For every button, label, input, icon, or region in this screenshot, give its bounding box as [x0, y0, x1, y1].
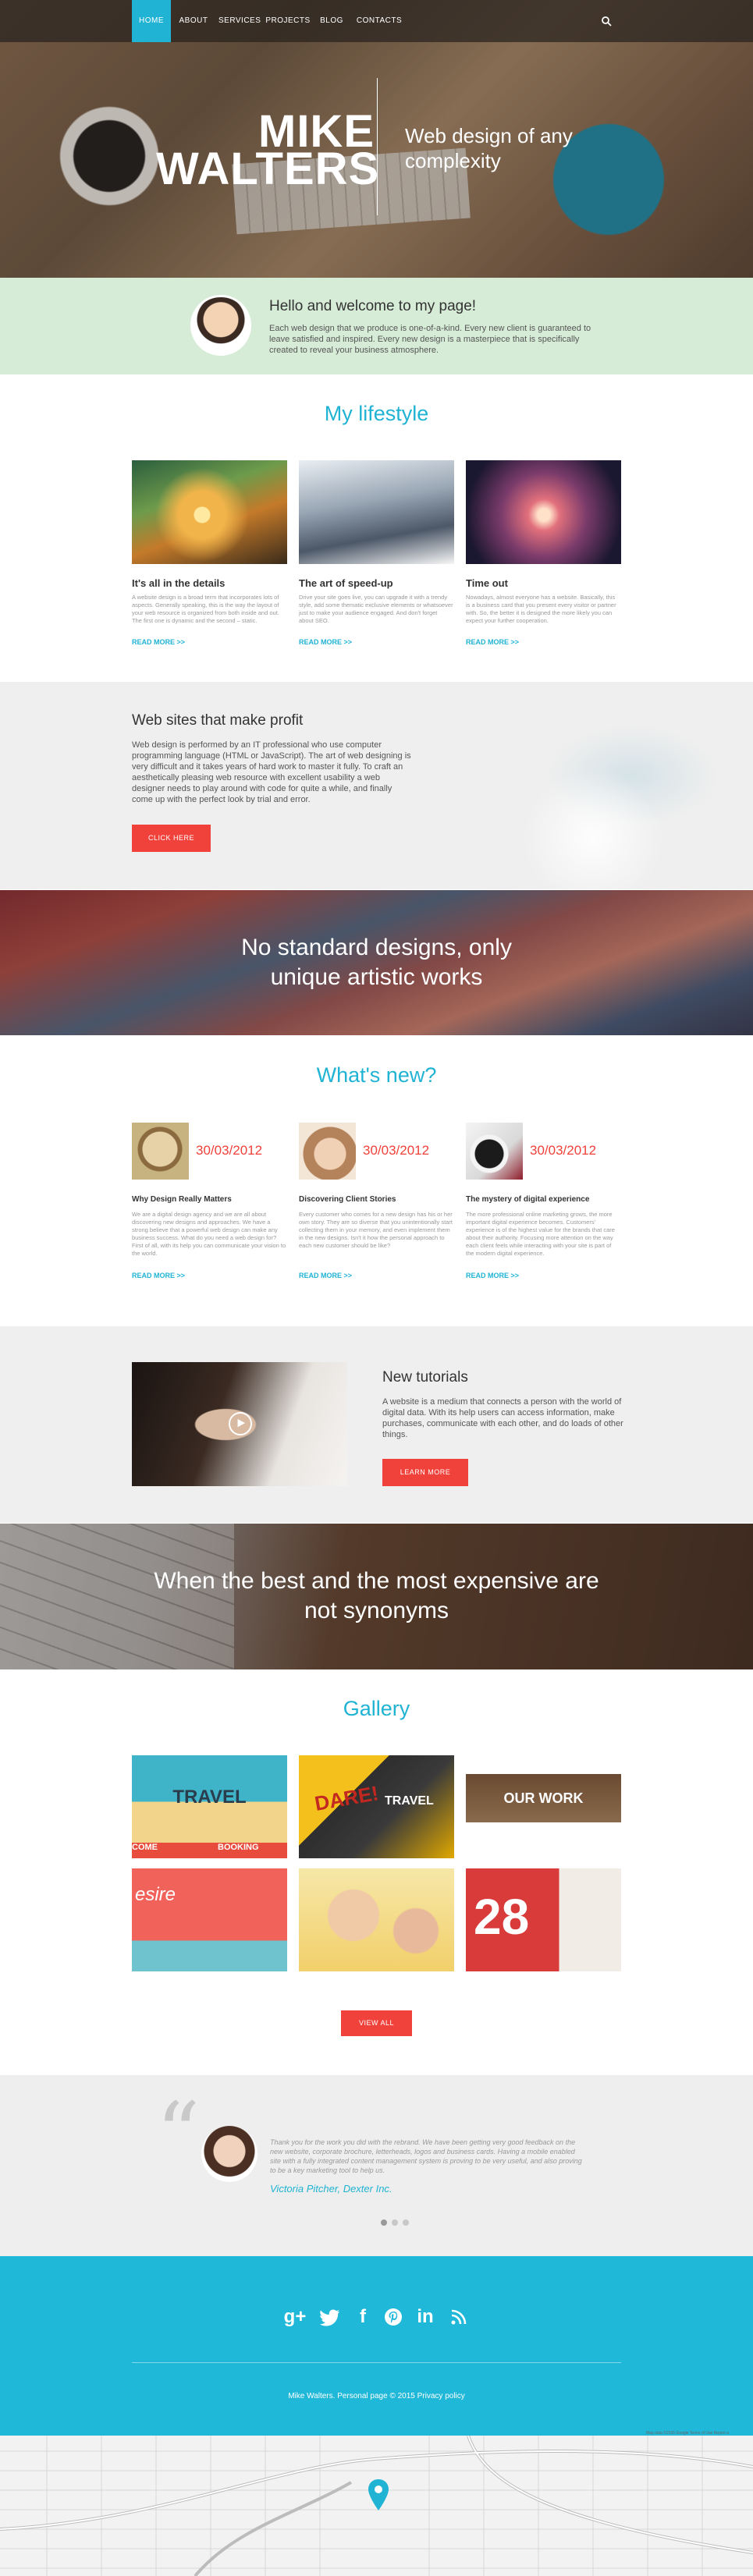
banner-line-1: When the best and the most expensive are [154, 1568, 599, 1594]
profit-text: Web design is performed by an IT profess… [132, 740, 411, 804]
rss-icon[interactable] [451, 2309, 467, 2325]
linkedin-icon[interactable]: in [414, 2306, 437, 2328]
lifestyle-card-title: It's all in the details [132, 577, 226, 589]
lifestyle-card-title: The art of speed-up [299, 577, 393, 589]
click-here-button[interactable]: CLICK HERE [132, 825, 211, 852]
search-icon[interactable] [601, 16, 612, 27]
tutorials-text: A website is a medium that connects a pe… [382, 1397, 623, 1439]
lifestyle-title: My lifestyle [324, 402, 429, 425]
read-more-link[interactable]: READ MORE >> [299, 638, 352, 646]
carousel-dot[interactable] [403, 2219, 409, 2226]
footer [0, 2256, 753, 2436]
banner-line-2: not synonyms [304, 1598, 449, 1623]
gallery-tile-caption: TRAVEL [385, 1794, 434, 1808]
hero-tagline: Web design of any complexity [405, 124, 573, 172]
banner-line-1: No standard designs, only [241, 935, 512, 960]
google-plus-icon[interactable]: g+ [283, 2306, 307, 2328]
nav-item-projects[interactable]: PROJECTS [265, 0, 311, 42]
news-item-text: Every customer who comes for a new desig… [299, 1211, 453, 1249]
news-date: 30/03/2012 [530, 1143, 597, 1158]
news-item-title[interactable]: Why Design Really Matters [132, 1195, 232, 1204]
news-item-text: The more professional online marketing g… [466, 1211, 615, 1257]
lifestyle-card-title: Time out [466, 577, 508, 589]
tutorials-title: New tutorials [382, 1369, 468, 1386]
profit-glass-image [437, 682, 753, 889]
gallery-title: Gallery [343, 1697, 410, 1720]
testimonial-avatar [201, 2126, 258, 2182]
banner-line-2: unique artistic works [270, 964, 483, 990]
lifestyle-image-city[interactable] [299, 460, 454, 564]
testimonial-text: Thank you for the work you did with the … [270, 2138, 582, 2174]
profit-title: Web sites that make profit [132, 712, 304, 729]
news-item-title[interactable]: Discovering Client Stories [299, 1195, 396, 1204]
welcome-text: Each web design that we produce is one-o… [269, 324, 591, 355]
nav-item-about[interactable]: ABOUT [174, 0, 213, 42]
news-title: What's new? [316, 1063, 437, 1087]
gallery-tile-caption: BOOKING [218, 1843, 259, 1852]
map-credit[interactable]: Map data ©2015 Google Terms of Use Repor… [646, 2431, 729, 2436]
lifestyle-card-text: A website design is a broad term that in… [132, 594, 279, 624]
learn-more-button[interactable]: LEARN MORE [382, 1459, 468, 1486]
news-date: 30/03/2012 [196, 1143, 263, 1158]
facebook-icon[interactable]: f [351, 2306, 375, 2328]
read-more-link[interactable]: READ MORE >> [466, 638, 519, 646]
gallery-tile-caption: COME [132, 1843, 158, 1852]
gallery-tile[interactable]: OUR WORK [466, 1755, 621, 1858]
lifestyle-card-text: Drive your site goes live, you can upgra… [299, 594, 453, 624]
nav-item-home[interactable]: HOME [132, 0, 171, 42]
lifestyle-card-text: Nowadays, almost everyone has a website.… [466, 594, 616, 624]
map-pin-icon[interactable] [367, 2479, 390, 2510]
news-date: 30/03/2012 [363, 1143, 430, 1158]
view-all-button[interactable]: VIEW ALL [341, 2010, 412, 2036]
gallery-tile-caption: TRAVEL [172, 1787, 247, 1808]
news-thumb-dog[interactable] [132, 1123, 189, 1180]
hero-divider [377, 78, 378, 215]
read-more-link[interactable]: READ MORE >> [132, 638, 185, 646]
avatar [190, 295, 251, 356]
testimonial-author: Victoria Pitcher, Dexter Inc. [270, 2183, 392, 2195]
lifestyle-image-wave[interactable] [132, 460, 287, 564]
read-more-link[interactable]: READ MORE >> [299, 1272, 352, 1279]
twitter-icon[interactable] [320, 2309, 340, 2326]
carousel-dot-active[interactable] [381, 2219, 387, 2226]
read-more-link[interactable]: READ MORE >> [466, 1272, 519, 1279]
pinterest-icon[interactable] [384, 2308, 403, 2326]
news-thumb-woman[interactable] [299, 1123, 356, 1180]
gallery-tile-people[interactable] [299, 1868, 454, 1971]
carousel-dot[interactable] [392, 2219, 398, 2226]
welcome-title: Hello and welcome to my page! [269, 298, 477, 314]
gallery-tile-caption: esire [135, 1884, 176, 1905]
top-nav: HOME ABOUT SERVICES PROJECTS BLOG CONTAC… [0, 0, 753, 42]
gallery-tile[interactable]: 28 [466, 1868, 621, 1971]
nav-item-services[interactable]: SERVICES [218, 0, 261, 42]
gallery-tile[interactable]: TRAVEL COME BOOKING [132, 1755, 287, 1858]
gallery-tile-caption: OUR WORK [503, 1790, 584, 1806]
nav-item-blog[interactable]: BLOG [316, 0, 347, 42]
lifestyle-image-tree[interactable] [466, 460, 621, 564]
nav-item-contacts[interactable]: CONTACTS [352, 0, 407, 42]
read-more-link[interactable]: READ MORE >> [132, 1272, 185, 1279]
gallery-tile-caption: DARE! [312, 1781, 381, 1815]
news-thumb-wine[interactable] [466, 1123, 523, 1180]
play-icon[interactable] [229, 1412, 252, 1435]
news-item-text: We are a digital design agency and we ar… [132, 1211, 286, 1257]
gallery-tile[interactable]: esire [132, 1868, 287, 1971]
gallery-tile[interactable]: DARE! TRAVEL [299, 1755, 454, 1858]
tutorials-section [0, 1326, 753, 1523]
gallery-tile-caption: 28 [474, 1889, 530, 1945]
page: HOME ABOUT SERVICES PROJECTS BLOG CONTAC… [0, 0, 753, 2576]
footer-copyright[interactable]: Mike Walters. Personal page © 2015 Priva… [0, 2392, 753, 2400]
hero-name-last: WALTERS [156, 144, 380, 194]
quote-icon: “ [156, 2084, 201, 2184]
footer-divider [132, 2362, 621, 2363]
news-item-title[interactable]: The mystery of digital experience [466, 1195, 589, 1204]
